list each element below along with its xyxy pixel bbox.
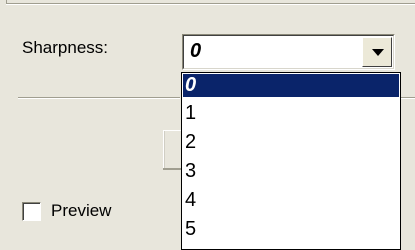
dropdown-option[interactable]: 3 bbox=[183, 160, 399, 183]
dropdown-option[interactable]: 4 bbox=[183, 189, 399, 212]
sharpness-dropdown-list[interactable]: 0 1 2 3 4 5 bbox=[181, 72, 401, 250]
sharpness-combobox[interactable]: 0 bbox=[182, 34, 395, 70]
preview-checkbox[interactable] bbox=[22, 202, 41, 221]
dropdown-toggle-button[interactable] bbox=[362, 37, 392, 67]
dropdown-option[interactable]: 0 bbox=[183, 74, 399, 97]
sharpness-label: Sharpness: bbox=[22, 38, 108, 57]
dropdown-option[interactable]: 5 bbox=[183, 218, 399, 241]
chevron-down-icon bbox=[372, 49, 384, 56]
dropdown-option[interactable]: 2 bbox=[183, 131, 399, 154]
preview-label[interactable]: Preview bbox=[51, 201, 111, 221]
dropdown-option[interactable]: 1 bbox=[183, 102, 399, 125]
top-divider bbox=[0, 0, 415, 6]
sharpness-current-value: 0 bbox=[190, 40, 202, 62]
